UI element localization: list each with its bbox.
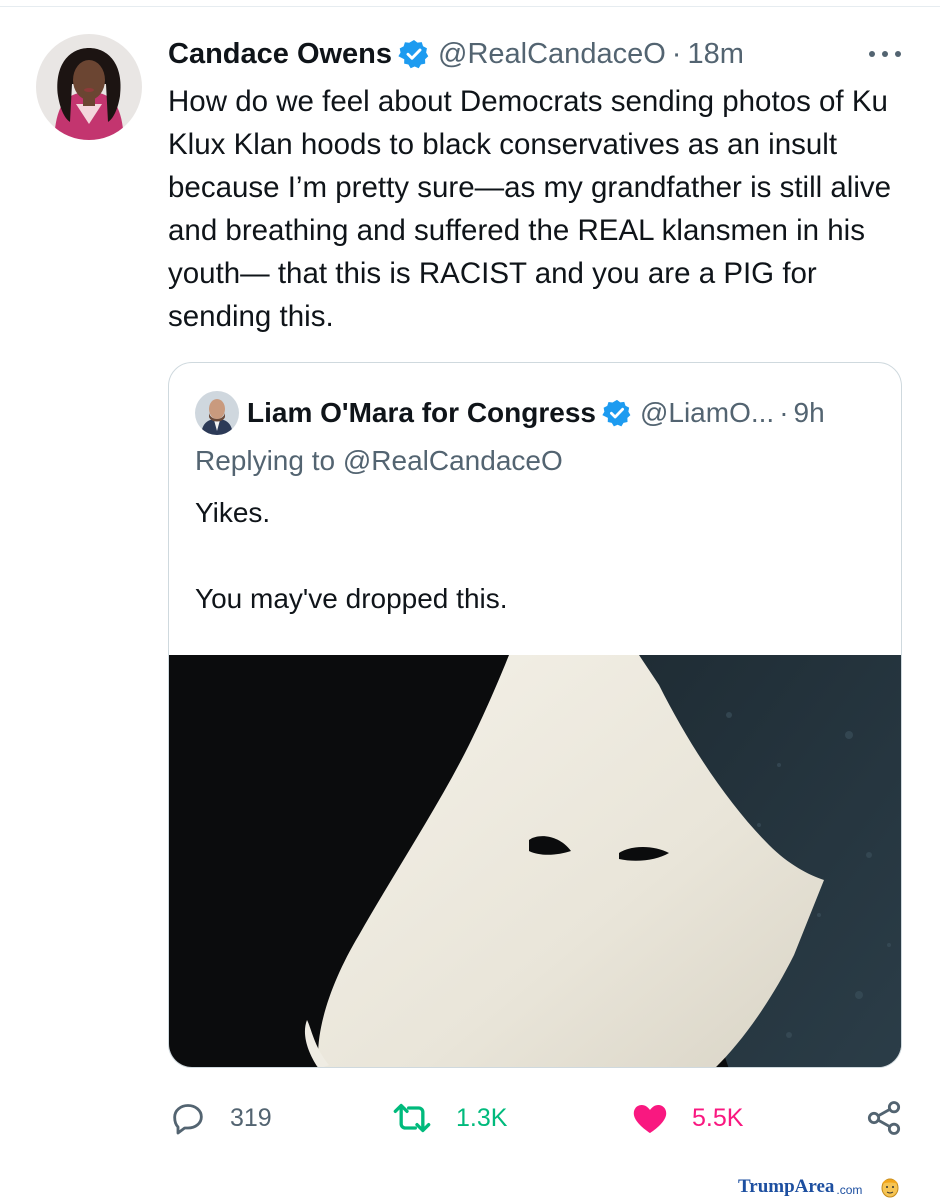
verified-badge-icon bbox=[398, 40, 429, 69]
watermark-logo-icon bbox=[881, 1178, 899, 1198]
quoted-author-avatar[interactable] bbox=[195, 391, 239, 435]
like-button[interactable]: 5.5K bbox=[630, 1096, 743, 1140]
author-avatar[interactable] bbox=[36, 34, 142, 140]
quoted-author-handle[interactable]: @LiamO... bbox=[640, 397, 774, 429]
header-separator: · bbox=[671, 37, 682, 70]
heart-icon bbox=[633, 1105, 667, 1133]
verified-badge-icon bbox=[602, 399, 631, 427]
site-watermark: Trump Area .com bbox=[738, 1176, 900, 1198]
more-horizontal-icon[interactable] bbox=[866, 44, 904, 64]
reply-button[interactable]: 319 bbox=[168, 1096, 272, 1140]
retweet-icon bbox=[393, 1103, 431, 1133]
quoted-tweet-timestamp[interactable]: 9h bbox=[794, 397, 825, 429]
author-name[interactable]: Candace Owens bbox=[168, 38, 392, 71]
watermark-text-trump: Trump bbox=[738, 1176, 795, 1197]
replying-to-prefix: Replying to bbox=[195, 445, 336, 476]
like-count: 5.5K bbox=[692, 1103, 744, 1132]
retweet-count: 1.3K bbox=[456, 1103, 508, 1132]
retweet-button[interactable]: 1.3K bbox=[390, 1096, 507, 1140]
reply-count: 319 bbox=[230, 1103, 272, 1132]
quoted-header-separator: · bbox=[779, 397, 789, 428]
tweet-action-bar: 319 1.3K 5.5K bbox=[168, 1096, 908, 1140]
author-handle[interactable]: @RealCandaceO bbox=[438, 38, 666, 71]
replying-to-mention[interactable]: @RealCandaceO bbox=[343, 445, 563, 476]
quoted-tweet-text-line-1: Yikes. bbox=[195, 497, 271, 528]
quoted-tweet-text-line-2: You may've dropped this. bbox=[195, 583, 508, 614]
quoted-tweet-header: Liam O'Mara for Congress @LiamO... · 9h bbox=[247, 391, 825, 435]
watermark-text-area: Area bbox=[794, 1176, 835, 1197]
tweet-text: How do we feel about Democrats sending p… bbox=[168, 85, 892, 333]
quoted-author-name[interactable]: Liam O'Mara for Congress bbox=[247, 397, 596, 429]
tweet-header: Candace Owens @RealCandaceO · 18m bbox=[168, 34, 744, 74]
replying-to-line: Replying to @RealCandaceO bbox=[195, 445, 563, 477]
share-button[interactable] bbox=[864, 1096, 904, 1140]
top-divider bbox=[0, 6, 940, 7]
reply-icon bbox=[173, 1104, 203, 1135]
attached-photo[interactable] bbox=[169, 655, 902, 1068]
share-icon bbox=[867, 1101, 901, 1135]
watermark-text-com: .com bbox=[836, 1182, 863, 1197]
tweet-timestamp[interactable]: 18m bbox=[687, 38, 743, 71]
quoted-tweet[interactable]: Liam O'Mara for Congress @LiamO... · 9h … bbox=[168, 362, 902, 1068]
